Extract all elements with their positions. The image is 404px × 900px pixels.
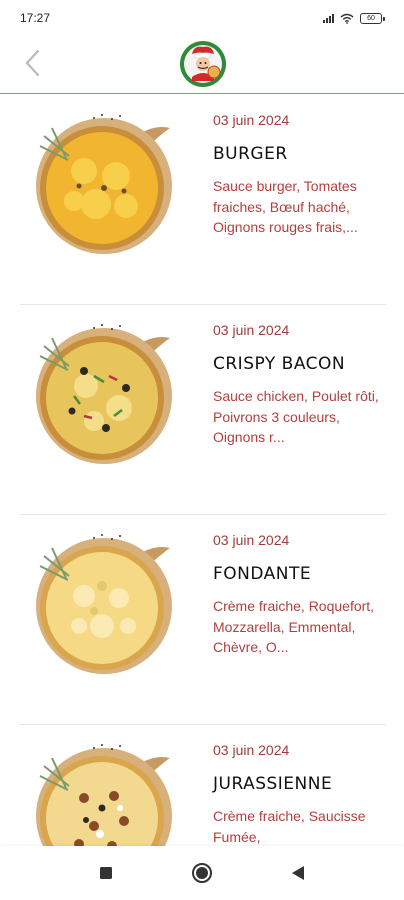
divider — [20, 304, 386, 305]
item-description: Sauce chicken, Poulet rôti, Poivrons 3 c… — [213, 388, 379, 445]
item-name: CRISPY BACON — [213, 354, 346, 374]
system-nav-bar — [0, 846, 404, 900]
item-date: 03 juin 2024 — [213, 742, 290, 758]
square-icon — [100, 867, 112, 879]
divider — [20, 724, 386, 725]
pizza-fondante-image — [36, 534, 172, 674]
battery-level: 60 — [367, 14, 375, 22]
circle-icon — [192, 863, 212, 883]
list-item[interactable]: 03 juin 2024 BURGER Sauce burger, Tomate… — [0, 96, 404, 306]
item-description: Crème fraiche, Roquefort, Mozzarella, Em… — [213, 598, 375, 655]
wifi-icon — [340, 13, 354, 24]
item-date: 03 juin 2024 — [213, 112, 290, 128]
triangle-back-icon — [292, 866, 304, 880]
battery-icon: 60 — [360, 12, 385, 24]
status-bar: 17:27 60 — [0, 0, 404, 36]
item-date: 03 juin 2024 — [213, 322, 290, 338]
item-date: 03 juin 2024 — [213, 532, 290, 548]
item-name: FONDANTE — [213, 564, 312, 584]
back-button[interactable] — [16, 46, 50, 80]
chevron-left-icon — [25, 49, 40, 77]
signal-icon — [323, 13, 334, 23]
item-description: Crème fraiche, Saucisse Fumée, — [213, 808, 366, 845]
divider — [20, 514, 386, 515]
pizza-burger-image — [36, 114, 172, 254]
app-header — [0, 36, 404, 94]
home-button[interactable] — [187, 858, 217, 888]
item-name: JURASSIENNE — [213, 774, 333, 794]
pizza-crispy-bacon-image — [36, 324, 172, 464]
status-icons: 60 — [323, 12, 385, 24]
status-time: 17:27 — [20, 11, 51, 25]
recents-button[interactable] — [91, 858, 121, 888]
list-item[interactable]: 03 juin 2024 CRISPY BACON Sauce chicken,… — [0, 306, 404, 516]
system-back-button[interactable] — [283, 858, 313, 888]
chef-pizza-logo — [180, 41, 226, 87]
item-description: Sauce burger, Tomates fraiches, Bœuf hac… — [213, 178, 358, 235]
list-item[interactable]: 03 juin 2024 FONDANTE Crème fraiche, Roq… — [0, 516, 404, 726]
item-name: BURGER — [213, 144, 288, 164]
